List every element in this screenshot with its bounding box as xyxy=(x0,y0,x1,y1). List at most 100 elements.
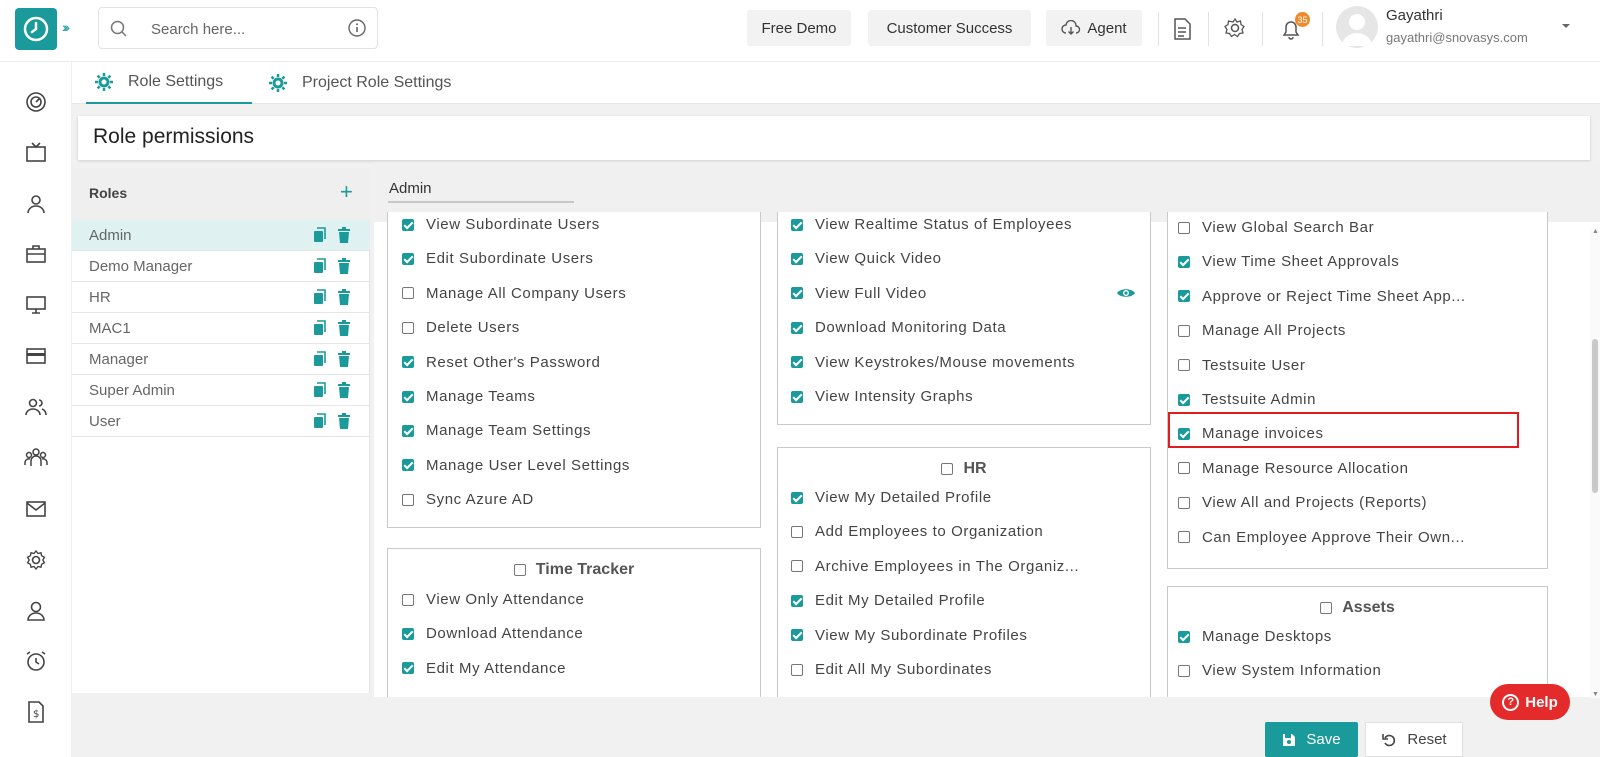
trash-icon[interactable] xyxy=(337,351,351,367)
checkbox[interactable] xyxy=(791,525,803,538)
checkbox[interactable] xyxy=(1178,664,1190,677)
permission-view-system-information[interactable]: View System Information xyxy=(1178,662,1381,679)
invoice-icon[interactable]: $ xyxy=(24,700,48,724)
permission-manage-team-settings[interactable]: Manage Team Settings xyxy=(402,422,591,439)
help-button[interactable]: ? Help xyxy=(1490,684,1570,720)
trash-icon[interactable] xyxy=(337,227,351,243)
permission-view-time-sheet-approvals[interactable]: View Time Sheet Approvals xyxy=(1178,253,1399,270)
permission-can-employee-approve-their-own[interactable]: Can Employee Approve Their Own... xyxy=(1178,529,1465,546)
permission-manage-teams[interactable]: Manage Teams xyxy=(402,388,535,405)
permission-testsuite-user[interactable]: Testsuite User xyxy=(1178,357,1305,374)
scroll-down-icon[interactable]: ▼ xyxy=(1592,691,1599,698)
user-icon[interactable] xyxy=(24,192,48,216)
checkbox[interactable] xyxy=(402,287,414,300)
time-tracker-select-all[interactable] xyxy=(513,564,526,576)
permission-view-full-video[interactable]: View Full Video xyxy=(791,285,927,302)
role-row-user[interactable]: User xyxy=(72,406,370,437)
search-input[interactable] xyxy=(151,18,321,40)
trash-icon[interactable] xyxy=(337,289,351,305)
checkbox[interactable] xyxy=(791,321,803,334)
free-demo-button[interactable]: Free Demo xyxy=(747,10,851,46)
checkbox[interactable] xyxy=(791,218,803,231)
avatar[interactable] xyxy=(1336,6,1378,48)
customer-success-button[interactable]: Customer Success xyxy=(868,10,1031,46)
permission-edit-subordinate-users[interactable]: Edit Subordinate Users xyxy=(402,250,593,267)
permission-edit-all-my-subordinates[interactable]: Edit All My Subordinates xyxy=(791,661,992,678)
permission-edit-my-attendance[interactable]: Edit My Attendance xyxy=(402,660,566,677)
permission-view-subordinate-users[interactable]: View Subordinate Users xyxy=(402,216,600,233)
expand-menu-icon[interactable]: ››› xyxy=(62,19,70,35)
app-logo[interactable] xyxy=(15,8,57,50)
permission-reset-other-s-password[interactable]: Reset Other's Password xyxy=(402,354,600,371)
assets-select-all[interactable] xyxy=(1320,602,1333,614)
checkbox[interactable] xyxy=(791,356,803,369)
role-row-admin[interactable]: Admin xyxy=(72,220,370,251)
checkbox[interactable] xyxy=(791,390,803,403)
trash-icon[interactable] xyxy=(337,413,351,429)
permission-manage-desktops[interactable]: Manage Desktops xyxy=(1178,628,1332,645)
checkbox[interactable] xyxy=(1178,531,1190,544)
checkbox[interactable] xyxy=(402,252,414,265)
checkbox[interactable] xyxy=(402,627,414,640)
checkbox[interactable] xyxy=(791,594,803,607)
chevron-down-icon[interactable] xyxy=(1560,22,1572,30)
reset-button[interactable]: Reset xyxy=(1365,722,1463,757)
checkbox[interactable] xyxy=(402,356,414,369)
permission-view-realtime-status-of-employees[interactable]: View Realtime Status of Employees xyxy=(791,216,1072,233)
permission-delete-users[interactable]: Delete Users xyxy=(402,319,520,336)
checkbox[interactable] xyxy=(402,424,414,437)
role-row-manager[interactable]: Manager xyxy=(72,344,370,375)
checkbox[interactable] xyxy=(402,321,414,334)
checkbox[interactable] xyxy=(402,593,414,606)
trash-icon[interactable] xyxy=(337,382,351,398)
permission-view-my-subordinate-profiles[interactable]: View My Subordinate Profiles xyxy=(791,627,1027,644)
permission-view-global-search-bar[interactable]: View Global Search Bar xyxy=(1178,219,1374,236)
tab-project-role-settings[interactable]: Project Role Settings xyxy=(268,62,478,104)
checkbox[interactable] xyxy=(1178,359,1190,372)
team-icon[interactable] xyxy=(24,446,48,470)
scrollbar[interactable]: ▲ ▼ xyxy=(1590,228,1600,698)
tab-role-settings[interactable]: Role Settings xyxy=(86,62,252,104)
copy-icon[interactable] xyxy=(313,289,327,305)
permission-download-attendance[interactable]: Download Attendance xyxy=(402,625,583,642)
role-row-hr[interactable]: HR xyxy=(72,282,370,313)
permission-manage-all-projects[interactable]: Manage All Projects xyxy=(1178,322,1346,339)
copy-icon[interactable] xyxy=(313,413,327,429)
permission-archive-employees-in-the-organiz[interactable]: Archive Employees in The Organiz... xyxy=(791,558,1079,575)
agent-button[interactable]: Agent xyxy=(1046,10,1142,46)
scroll-up-icon[interactable]: ▲ xyxy=(1592,228,1599,235)
checkbox[interactable] xyxy=(791,560,803,573)
checkbox[interactable] xyxy=(402,662,414,675)
checkbox[interactable] xyxy=(1178,290,1190,303)
checkbox[interactable] xyxy=(1178,393,1190,406)
settings-icon[interactable] xyxy=(24,548,48,572)
copy-icon[interactable] xyxy=(313,351,327,367)
scrollbar-thumb[interactable] xyxy=(1592,339,1598,493)
permission-view-intensity-graphs[interactable]: View Intensity Graphs xyxy=(791,388,973,405)
eye-icon[interactable] xyxy=(1116,286,1136,300)
alarm-icon[interactable] xyxy=(24,649,48,673)
permission-view-my-detailed-profile[interactable]: View My Detailed Profile xyxy=(791,489,992,506)
briefcase-icon[interactable] xyxy=(24,242,48,266)
copy-icon[interactable] xyxy=(313,320,327,336)
tv-icon[interactable] xyxy=(24,141,48,165)
checkbox[interactable] xyxy=(402,218,414,231)
permission-manage-user-level-settings[interactable]: Manage User Level Settings xyxy=(402,457,630,474)
info-icon[interactable] xyxy=(347,18,367,38)
copy-icon[interactable] xyxy=(313,382,327,398)
copy-icon[interactable] xyxy=(313,227,327,243)
checkbox[interactable] xyxy=(1178,255,1190,268)
role-row-mac1[interactable]: MAC1 xyxy=(72,313,370,344)
permission-view-only-attendance[interactable]: View Only Attendance xyxy=(402,591,584,608)
permission-manage-all-company-users[interactable]: Manage All Company Users xyxy=(402,285,626,302)
checkbox[interactable] xyxy=(402,390,414,403)
save-button[interactable]: Save xyxy=(1265,722,1358,757)
monitor-icon[interactable] xyxy=(24,293,48,317)
checkbox[interactable] xyxy=(791,287,803,300)
dashboard-icon[interactable] xyxy=(24,90,48,114)
permission-sync-azure-ad[interactable]: Sync Azure AD xyxy=(402,491,534,508)
checkbox[interactable] xyxy=(402,493,414,506)
checkbox[interactable] xyxy=(1178,630,1190,643)
permission-manage-resource-allocation[interactable]: Manage Resource Allocation xyxy=(1178,460,1409,477)
permission-add-employees-to-organization[interactable]: Add Employees to Organization xyxy=(791,523,1043,540)
